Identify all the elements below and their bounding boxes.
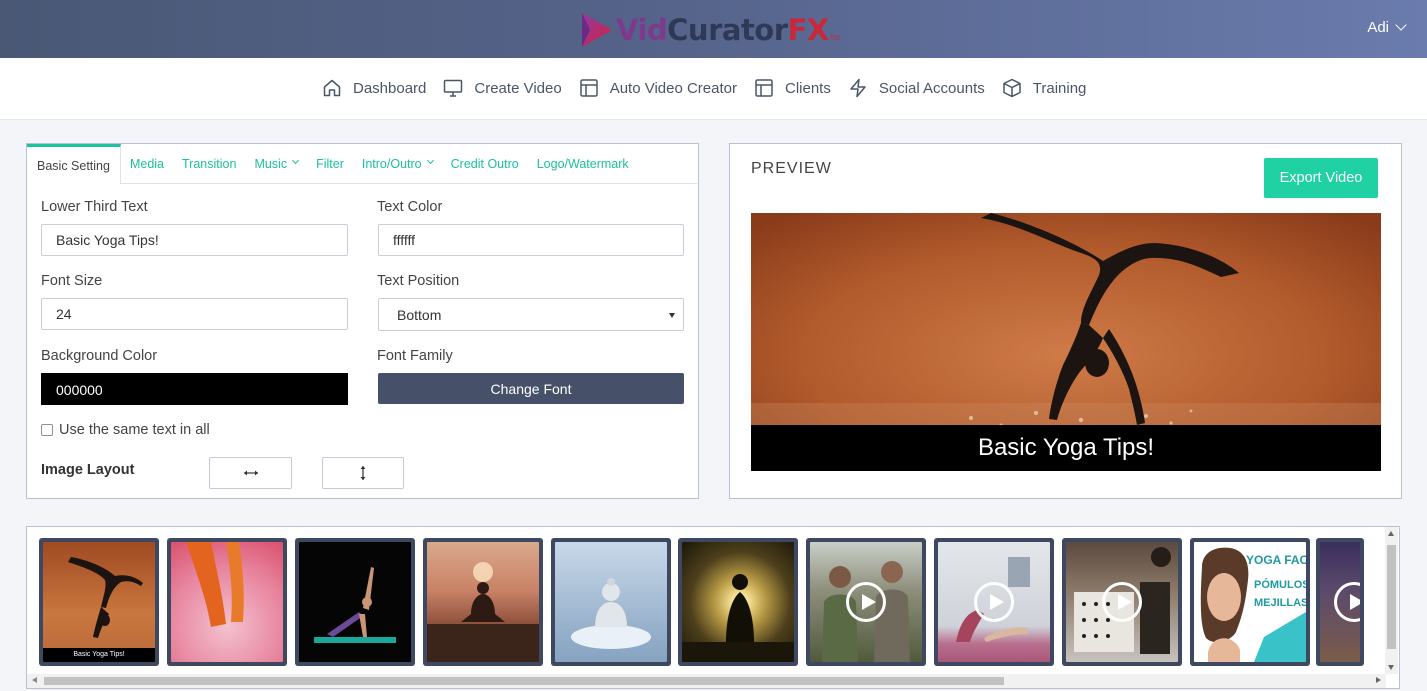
media-thumbnail[interactable] [934,538,1054,666]
media-thumbnail[interactable] [295,538,415,666]
scroll-down-icon[interactable] [1388,665,1394,670]
tab-basic-setting[interactable]: Basic Setting [27,144,121,184]
font-size-label: Font Size [41,273,103,289]
media-thumbnail[interactable] [423,538,543,666]
tab-filter[interactable]: Filter [307,144,353,183]
svg-text:PÓMULOS: PÓMULOS [1254,578,1306,591]
preview-video[interactable]: Basic Yoga Tips! [751,213,1381,471]
play-icon [1102,582,1142,622]
svg-text:YOGA FACIAL: YOGA FACIAL [1246,553,1306,567]
nav-item-social-accounts[interactable]: Social Accounts [848,78,985,98]
nav-item-dashboard[interactable]: Dashboard [322,78,426,98]
nav-item-training[interactable]: Training [1002,78,1086,98]
handstand-yoga-image: Basic Yoga Tips! [43,542,155,662]
nav-item-auto-video-creator[interactable]: Auto Video Creator [579,78,737,98]
tab-media[interactable]: Media [121,144,173,183]
lower-third-input[interactable] [41,224,348,256]
play-logo-icon [582,13,612,47]
tab-credit-outro[interactable]: Credit Outro [442,144,528,183]
settings-tabs: Basic Setting Media Transition Music Fil… [27,144,698,184]
arrows-horizontal-icon [243,470,258,476]
play-icon [1334,582,1360,622]
svg-text:MEJILLAS: MEJILLAS [1254,597,1306,609]
silhouette-sun-image [682,542,794,662]
preview-title: PREVIEW [751,160,832,177]
cut-off-video-image [1320,542,1360,662]
image-layout-label: Image Layout [41,462,135,478]
font-family-label: Font Family [377,348,453,364]
vertical-scrollbar[interactable] [1385,527,1398,674]
media-thumbnail[interactable] [678,538,798,666]
tab-music[interactable]: Music [245,144,307,183]
text-color-input[interactable] [378,224,684,256]
tab-intro-outro[interactable]: Intro/Outro [353,144,442,183]
user-menu[interactable]: Adi [1367,19,1407,36]
scroll-thumb[interactable] [1387,545,1396,649]
scroll-up-icon[interactable] [1388,531,1394,536]
thumbnail-caption: Basic Yoga Tips! [43,648,155,662]
two-men-video-image [810,542,922,662]
lightning-icon [850,78,866,98]
scroll-left-icon[interactable] [32,677,37,683]
studio-gear-video-image [1066,542,1178,662]
play-icon [846,582,886,622]
text-position-label: Text Position [377,273,460,289]
scroll-thumb[interactable] [44,677,1004,685]
main-nav: Dashboard Create Video Auto Video Creato… [0,58,1427,120]
monitor-icon [444,79,463,97]
font-size-input[interactable] [41,298,348,330]
dropdown-arrow-icon [669,313,675,318]
scroll-right-icon[interactable] [1376,677,1381,683]
box-icon [1003,78,1021,98]
media-thumbnail[interactable]: Basic Yoga Tips! [39,538,159,666]
yoga-facial-video-image: YOGA FACIAL PÓMULOS MEJILLAS [1194,542,1306,662]
petals-walk-image [171,542,283,662]
home-icon [323,79,341,97]
media-thumbnail[interactable] [167,538,287,666]
background-color-label: Background Color [41,348,158,364]
layout-horizontal-button[interactable] [209,457,292,489]
same-text-option[interactable]: Use the same text in all [41,422,210,438]
settings-panel: Basic Setting Media Transition Music Fil… [26,143,699,499]
media-thumbnail[interactable]: YOGA FACIAL PÓMULOS MEJILLAS [1190,538,1310,666]
tab-transition[interactable]: Transition [173,144,245,183]
user-name: Adi [1367,19,1389,36]
same-text-checkbox[interactable] [41,424,53,436]
media-thumbnail[interactable] [806,538,926,666]
side-plank-image [299,542,411,662]
nav-item-clients[interactable]: Clients [754,78,831,98]
brand-trademark: TM [829,35,840,42]
same-text-label: Use the same text in all [59,422,210,438]
layout-icon [755,79,773,97]
preview-panel: PREVIEW Export Video Basic Yoga Tips! [729,143,1402,499]
yoga-class-video-image [938,542,1050,662]
preview-caption: Basic Yoga Tips! [751,425,1381,471]
brand-logo[interactable]: VidCuratorFX TM [578,11,840,49]
text-position-select[interactable]: Bottom [378,298,684,331]
horizontal-scrollbar[interactable] [27,674,1386,688]
arrows-vertical-icon [360,466,366,480]
layout-icon [579,79,598,97]
buddha-statue-image [555,542,667,662]
top-header: VidCuratorFX TM Adi [0,0,1427,58]
chevron-down-icon [292,156,300,165]
play-icon [974,582,1014,622]
chevron-down-icon [1395,19,1407,31]
background-color-input[interactable]: 000000 [41,373,348,405]
lower-third-label: Lower Third Text [41,199,148,215]
nav-item-create-video[interactable]: Create Video [443,78,562,98]
tab-logo-watermark[interactable]: Logo/Watermark [528,144,638,183]
chevron-down-icon [426,156,434,165]
media-thumbnail[interactable] [551,538,671,666]
media-thumbnail[interactable] [1062,538,1182,666]
export-video-button[interactable]: Export Video [1264,158,1378,198]
brand-name: VidCuratorFX [616,13,829,47]
change-font-button[interactable]: Change Font [378,373,684,404]
media-strip: Basic Yoga Tips! YOGA FAC PÓMULOS MEJILL… [26,526,1400,689]
media-thumbnail[interactable] [1316,538,1364,666]
text-color-label: Text Color [377,199,443,215]
sunset-meditation-image [427,542,539,662]
layout-vertical-button[interactable] [322,457,404,489]
